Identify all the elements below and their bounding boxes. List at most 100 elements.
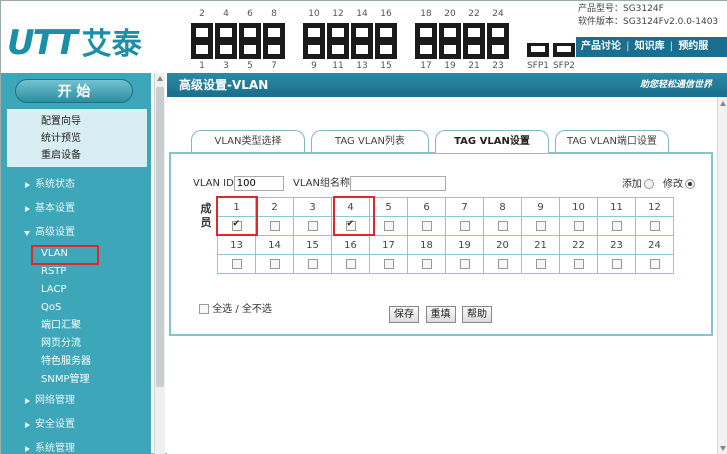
port-number-label: 23 xyxy=(492,61,504,71)
sidebar-scrollbar[interactable] xyxy=(154,73,165,454)
port-number-cell: 9 xyxy=(521,197,560,217)
port-member-checkbox[interactable] xyxy=(421,220,432,231)
port-number-cell: 20 xyxy=(483,235,522,255)
model-info: 产品型号：SG3124F 软件版本：SG3124Fv2.0.0-1403 xyxy=(578,3,718,29)
sfp-label: SFP1 xyxy=(526,61,550,71)
port-member-checkbox[interactable] xyxy=(611,258,622,269)
tab-vlan-type[interactable]: VLAN类型选择 xyxy=(191,130,305,152)
select-all-label: 全选 / 全不选 xyxy=(212,304,272,315)
member-label: 成 员 xyxy=(200,202,212,229)
port-member-checkbox[interactable] xyxy=(459,258,470,269)
ethernet-port-icon xyxy=(215,23,237,59)
ethernet-port-icon xyxy=(439,23,461,59)
menu-item-rstp[interactable]: RSTP xyxy=(1,263,151,281)
slogan: 助您轻松通信世界 xyxy=(639,80,712,90)
port-member-checkbox[interactable] xyxy=(497,220,508,231)
ethernet-port-icon xyxy=(239,23,261,59)
tab-tag-vlan-port-settings[interactable]: TAG VLAN端口设置 xyxy=(555,130,669,152)
help-button[interactable]: 帮助 xyxy=(462,306,492,323)
port-number-cell: 2 xyxy=(255,197,294,217)
menu-category-basic[interactable]: 基本设置 xyxy=(1,197,151,221)
port-number-label: 21 xyxy=(468,61,480,71)
menu-category-advanced[interactable]: 高级设置 xyxy=(1,221,151,245)
port-member-checkbox[interactable] xyxy=(649,220,660,231)
link-product-discuss[interactable]: 产品讨论 xyxy=(576,41,626,52)
scroll-down-icon[interactable] xyxy=(720,446,726,451)
port-number-label: 9 xyxy=(311,61,317,71)
port-member-checkbox[interactable] xyxy=(383,258,394,269)
port-number-label: 12 xyxy=(332,9,344,19)
menu-category-network[interactable]: 网络管理 xyxy=(1,389,151,413)
tab-tag-vlan-list[interactable]: TAG VLAN列表 xyxy=(311,130,429,152)
button-row: 保存 重填 帮助 xyxy=(389,306,495,323)
port-member-checkbox[interactable] xyxy=(535,258,546,269)
vlan-name-input[interactable] xyxy=(349,175,446,191)
port-member-checkbox[interactable] xyxy=(231,258,242,269)
port-member-checkbox[interactable] xyxy=(269,220,280,231)
collapsed-arrow-icon xyxy=(25,422,30,428)
scroll-up-icon[interactable] xyxy=(720,101,726,106)
port-member-checkbox[interactable] xyxy=(307,258,318,269)
port-member-checkbox[interactable] xyxy=(611,220,622,231)
link-knowledge-base[interactable]: 知识库 xyxy=(630,41,670,52)
vlan-id-input[interactable] xyxy=(233,175,284,191)
menu-item-snmp[interactable]: SNMP管理 xyxy=(1,371,151,389)
menu-category-status[interactable]: 系统状态 xyxy=(1,173,151,197)
port-number-label: 22 xyxy=(468,9,480,19)
menu-category-system[interactable]: 系统管理 xyxy=(1,437,151,454)
menu-item-reboot[interactable]: 重启设备 xyxy=(41,147,147,164)
menu-item-wizard[interactable]: 配置向导 xyxy=(41,113,147,130)
port-member-checkbox[interactable] xyxy=(383,220,394,231)
port-member-checkbox[interactable] xyxy=(269,258,280,269)
port-member-checkbox[interactable] xyxy=(573,258,584,269)
port-member-checkbox[interactable] xyxy=(573,220,584,231)
tab-tag-vlan-settings[interactable]: TAG VLAN设置 xyxy=(435,130,549,153)
scroll-up-icon[interactable] xyxy=(157,76,163,81)
port-member-checkbox[interactable] xyxy=(497,258,508,269)
port-number-cell: 15 xyxy=(293,235,332,255)
collapsed-arrow-icon xyxy=(25,446,30,452)
menu-item-vlan[interactable]: VLAN xyxy=(1,245,151,265)
modify-radio[interactable] xyxy=(685,179,695,189)
menu-item-web-diversion[interactable]: 网页分流 xyxy=(1,335,151,353)
ethernet-port-icon xyxy=(263,23,285,59)
port-member-checkbox[interactable] xyxy=(421,258,432,269)
port-number-cell: 6 xyxy=(407,197,446,217)
port-member-checkbox[interactable] xyxy=(535,220,546,231)
reset-button[interactable]: 重填 xyxy=(425,306,456,323)
start-button[interactable]: 开 始 xyxy=(15,79,133,103)
port-number-cell: 12 xyxy=(635,197,674,217)
menu-item-stats[interactable]: 统计预览 xyxy=(41,130,147,147)
top-links: 产品讨论 | 知识库 | 预约服 xyxy=(576,37,727,57)
collapsed-arrow-icon xyxy=(25,206,30,212)
sfp-port-icon xyxy=(553,43,575,57)
save-button[interactable]: 保存 xyxy=(389,306,419,323)
sidebar-menu: 系统状态 基本设置 高级设置 VLAN RSTP LACP QoS 端口汇聚 网… xyxy=(1,173,151,454)
port-number-label: 4 xyxy=(223,9,229,19)
port-number-cell: 19 xyxy=(445,235,484,255)
menu-category-security[interactable]: 安全设置 xyxy=(1,413,151,437)
select-all-checkbox[interactable] xyxy=(199,304,209,314)
menu-item-lacp[interactable]: LACP xyxy=(1,281,151,299)
link-reservation[interactable]: 预约服 xyxy=(673,41,713,52)
vlan-name-label: VLAN组名称 xyxy=(292,178,350,189)
highlight-box-port-1 xyxy=(216,196,258,236)
menu-item-port-aggregation[interactable]: 端口汇聚 xyxy=(1,317,151,335)
menu-item-special-server[interactable]: 特色服务器 xyxy=(1,353,151,371)
vlan-settings-panel: VLAN ID VLAN组名称 添加 修改 成 员 12345678910111… xyxy=(169,152,713,336)
ethernet-port-icon xyxy=(487,23,509,59)
port-member-checkbox[interactable] xyxy=(345,258,356,269)
port-member-checkbox[interactable] xyxy=(459,220,470,231)
header: UTT 艾泰 2 4 6 8 10 12 14 16 18 20 22 24 1 3 5 7 9 11 13 15 17… xyxy=(1,1,727,73)
main-scrollbar[interactable] xyxy=(717,97,727,454)
add-radio[interactable] xyxy=(643,179,654,189)
logo-text: UTT xyxy=(7,23,78,63)
port-member-checkbox[interactable] xyxy=(307,220,318,231)
modify-label: 修改 xyxy=(663,179,683,190)
port-number-label: 14 xyxy=(356,9,368,19)
port-number-cell: 21 xyxy=(521,235,560,255)
port-member-checkbox[interactable] xyxy=(649,258,660,269)
utt-logo: UTT 艾泰 xyxy=(7,19,142,63)
scroll-thumb[interactable] xyxy=(156,87,164,387)
menu-item-qos[interactable]: QoS xyxy=(1,299,151,317)
